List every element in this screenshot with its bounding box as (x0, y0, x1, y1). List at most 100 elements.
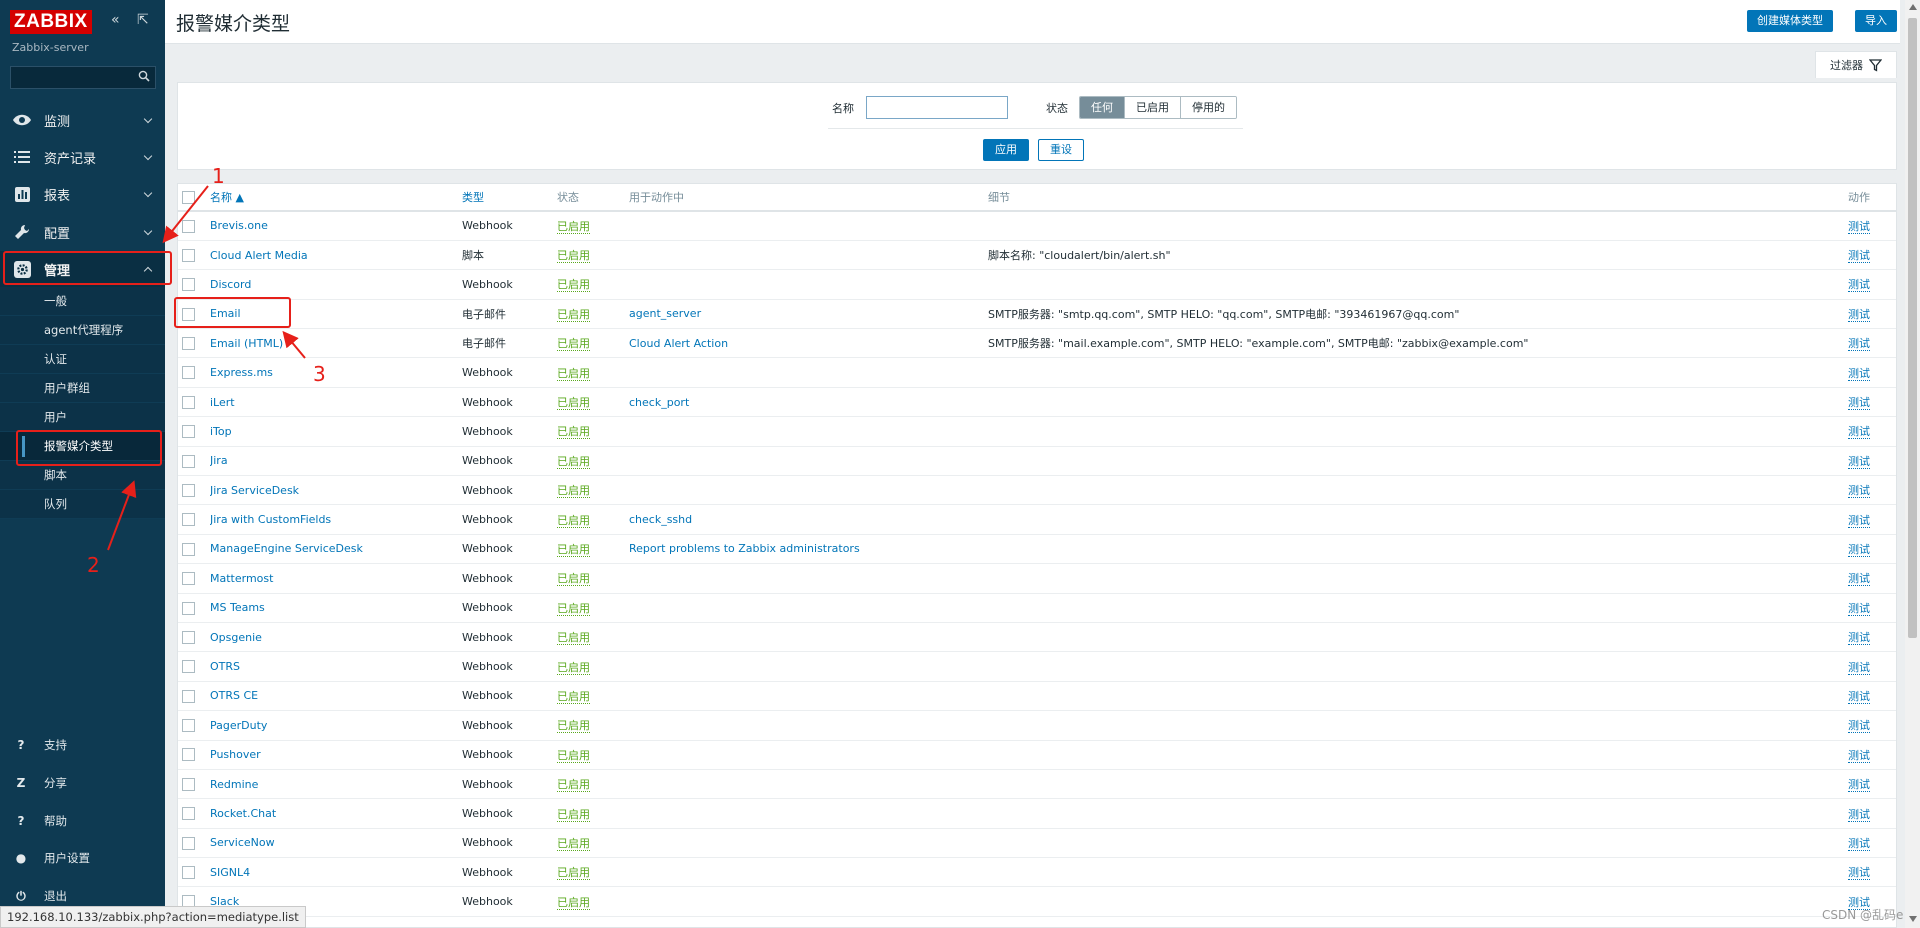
media-type-name-link[interactable]: SIGNL4 (210, 866, 250, 879)
test-link[interactable]: 测试 (1848, 513, 1870, 528)
status-enabled-link[interactable]: 已启用 (557, 601, 590, 616)
media-type-name-link[interactable]: OTRS CE (210, 689, 258, 702)
column-name[interactable]: 名称 ▲ (210, 184, 462, 212)
media-type-name-link[interactable]: Email (210, 307, 241, 320)
test-link[interactable]: 测试 (1848, 748, 1870, 763)
test-link[interactable]: 测试 (1848, 778, 1870, 793)
select-all-checkbox[interactable] (182, 190, 195, 204)
status-enabled-link[interactable]: 已启用 (557, 689, 590, 704)
filter-name-input[interactable] (866, 96, 1008, 119)
media-type-name-link[interactable]: Mattermost (210, 572, 273, 585)
support-link[interactable]: ? 支持 (0, 730, 165, 760)
media-type-name-link[interactable]: Jira with CustomFields (210, 513, 331, 526)
status-enabled-link[interactable]: 已启用 (557, 425, 590, 440)
test-link[interactable]: 测试 (1848, 836, 1870, 851)
test-link[interactable]: 测试 (1848, 366, 1870, 381)
scroll-up-icon[interactable] (1909, 4, 1917, 10)
media-type-name-link[interactable]: Jira (210, 454, 228, 467)
share-link[interactable]: Z 分享 (0, 768, 165, 798)
row-checkbox[interactable] (182, 483, 195, 497)
row-checkbox[interactable] (182, 777, 195, 791)
media-type-name-link[interactable]: Jira ServiceDesk (210, 484, 299, 497)
used-in-action-link[interactable]: check_port (629, 396, 689, 409)
row-checkbox[interactable] (182, 219, 195, 233)
page-scrollbar[interactable] (1905, 0, 1920, 928)
zabbix-logo[interactable]: ZABBIX (10, 10, 92, 34)
row-checkbox[interactable] (182, 807, 195, 821)
submenu-media-types[interactable]: 报警媒介类型 (0, 432, 165, 461)
test-link[interactable]: 测试 (1848, 307, 1870, 322)
status-enabled-link[interactable]: 已启用 (557, 895, 590, 910)
media-type-name-link[interactable]: ManageEngine ServiceDesk (210, 542, 363, 555)
test-link[interactable]: 测试 (1848, 719, 1870, 734)
row-checkbox[interactable] (182, 454, 195, 468)
row-checkbox[interactable] (182, 748, 195, 762)
row-checkbox[interactable] (182, 660, 195, 674)
help-link[interactable]: ? 帮助 (0, 806, 165, 836)
test-link[interactable]: 测试 (1848, 219, 1870, 234)
status-enabled-link[interactable]: 已启用 (557, 307, 590, 322)
test-link[interactable]: 测试 (1848, 337, 1870, 352)
submenu-queue[interactable]: 队列 (0, 490, 165, 519)
test-link[interactable]: 测试 (1848, 278, 1870, 293)
status-enabled-link[interactable]: 已启用 (557, 454, 590, 469)
menu-administration[interactable]: 管理 (0, 251, 165, 287)
row-checkbox[interactable] (182, 601, 195, 615)
row-checkbox[interactable] (182, 719, 195, 733)
test-link[interactable]: 测试 (1848, 484, 1870, 499)
media-type-name-link[interactable]: Brevis.one (210, 219, 268, 232)
used-in-action-link[interactable]: check_sshd (629, 513, 692, 526)
filter-tab[interactable]: 过滤器 (1815, 51, 1897, 78)
test-link[interactable]: 测试 (1848, 425, 1870, 440)
test-link[interactable]: 测试 (1848, 689, 1870, 704)
submenu-proxies[interactable]: agent代理程序 (0, 316, 165, 345)
menu-monitoring[interactable]: 监测 (0, 102, 165, 138)
status-enabled-link[interactable]: 已启用 (557, 748, 590, 763)
user-settings-link[interactable]: ● 用户设置 (0, 843, 165, 873)
status-enabled-link[interactable]: 已启用 (557, 513, 590, 528)
media-type-name-link[interactable]: Opsgenie (210, 631, 262, 644)
row-checkbox[interactable] (182, 542, 195, 556)
test-link[interactable]: 测试 (1848, 866, 1870, 881)
status-enabled-link[interactable]: 已启用 (557, 631, 590, 646)
test-link[interactable]: 测试 (1848, 660, 1870, 675)
reset-filter-button[interactable]: 重设 (1038, 139, 1084, 161)
status-enabled-link[interactable]: 已启用 (557, 278, 590, 293)
media-type-name-link[interactable]: OTRS (210, 660, 240, 673)
status-option-enabled[interactable]: 已启用 (1125, 97, 1181, 118)
media-type-name-link[interactable]: Discord (210, 278, 251, 291)
collapse-sidebar-icon[interactable]: « (111, 12, 120, 28)
status-enabled-link[interactable]: 已启用 (557, 484, 590, 499)
scroll-down-icon[interactable] (1909, 916, 1917, 922)
status-enabled-link[interactable]: 已启用 (557, 660, 590, 675)
used-in-action-link[interactable]: agent_server (629, 307, 701, 320)
row-checkbox[interactable] (182, 278, 195, 292)
media-type-name-link[interactable]: Redmine (210, 778, 258, 791)
media-type-name-link[interactable]: Rocket.Chat (210, 807, 276, 820)
submenu-user-groups[interactable]: 用户群组 (0, 374, 165, 403)
kiosk-mode-icon[interactable]: ⇱ (137, 12, 149, 28)
media-type-name-link[interactable]: Pushover (210, 748, 261, 761)
test-link[interactable]: 测试 (1848, 601, 1870, 616)
import-button[interactable]: 导入 (1855, 10, 1897, 32)
test-link[interactable]: 测试 (1848, 396, 1870, 411)
status-enabled-link[interactable]: 已启用 (557, 778, 590, 793)
submenu-users[interactable]: 用户 (0, 403, 165, 432)
media-type-name-link[interactable]: Cloud Alert Media (210, 249, 308, 262)
used-in-action-link[interactable]: Cloud Alert Action (629, 337, 728, 350)
test-link[interactable]: 测试 (1848, 572, 1870, 587)
row-checkbox[interactable] (182, 307, 195, 321)
status-enabled-link[interactable]: 已启用 (557, 719, 590, 734)
row-checkbox[interactable] (182, 572, 195, 586)
status-enabled-link[interactable]: 已启用 (557, 337, 590, 352)
test-link[interactable]: 测试 (1848, 542, 1870, 557)
row-checkbox[interactable] (182, 836, 195, 850)
create-media-type-button[interactable]: 创建媒体类型 (1747, 10, 1833, 32)
status-enabled-link[interactable]: 已启用 (557, 807, 590, 822)
menu-inventory[interactable]: 资产记录 (0, 139, 165, 175)
test-link[interactable]: 测试 (1848, 249, 1870, 264)
status-enabled-link[interactable]: 已启用 (557, 542, 590, 557)
scrollbar-thumb[interactable] (1908, 18, 1917, 638)
submenu-general[interactable]: 一般 (0, 287, 165, 316)
submenu-scripts[interactable]: 脚本 (0, 461, 165, 490)
